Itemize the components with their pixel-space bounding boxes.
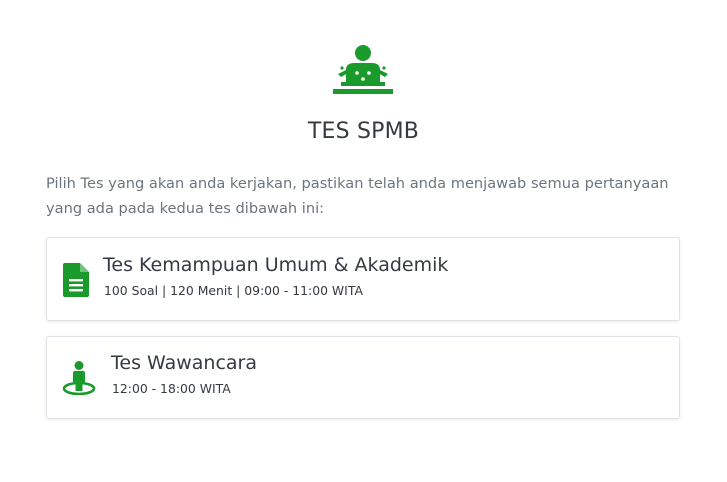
teacher-at-desk-icon xyxy=(333,45,393,94)
test-selection-page: TES SPMB Pilih Tes yang akan anda kerjak… xyxy=(0,0,727,482)
test-card-meta: 100 Soal | 120 Menit | 09:00 - 11:00 WIT… xyxy=(104,283,363,298)
test-card-title: Tes Wawancara xyxy=(111,352,257,374)
page-title: TES SPMB xyxy=(307,119,420,144)
test-card-wawancara[interactable]: Tes Wawancara 12:00 - 18:00 WITA xyxy=(46,336,680,419)
test-card-tku-akademik[interactable]: Tes Kemampuan Umum & Akademik 100 Soal |… xyxy=(46,237,680,321)
test-card-meta: 12:00 - 18:00 WITA xyxy=(112,381,231,396)
document-icon xyxy=(63,263,89,297)
test-card-title: Tes Kemampuan Umum & Akademik xyxy=(103,254,449,276)
person-location-icon xyxy=(62,361,96,395)
intro-text: Pilih Tes yang akan anda kerjakan, pasti… xyxy=(46,175,669,217)
